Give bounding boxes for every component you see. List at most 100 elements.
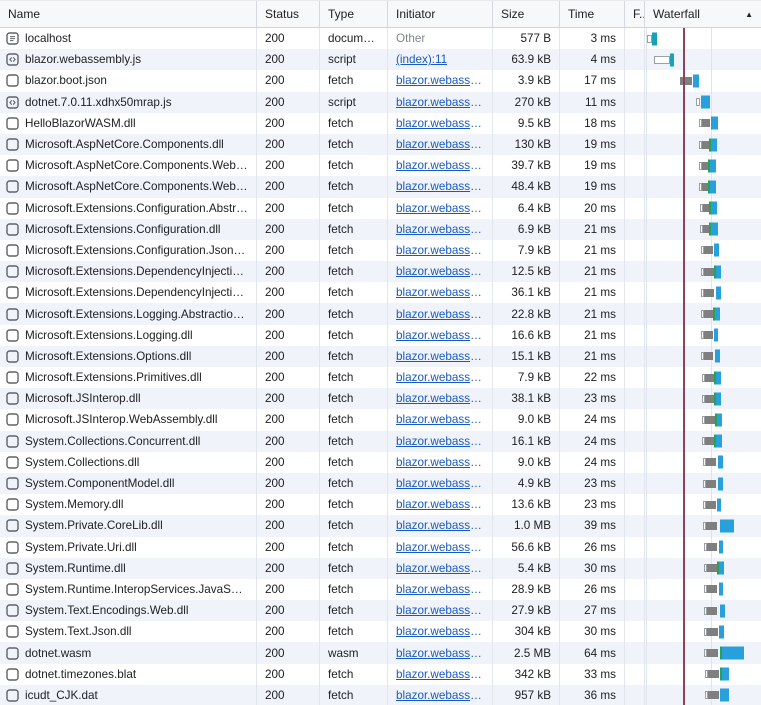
initiator-link[interactable]: blazor.webassem… (396, 244, 484, 257)
network-request-row[interactable]: Microsoft.AspNetCore.Components.dll 200 … (0, 133, 761, 156)
name-cell[interactable]: Microsoft.JSInterop.WebAssembly.dll (0, 409, 257, 431)
network-request-row[interactable]: System.Collections.Concurrent.dll 200 fe… (0, 430, 761, 452)
name-cell[interactable]: Microsoft.Extensions.Configuration.dll (0, 218, 257, 240)
network-request-row[interactable]: System.Runtime.InteropServices.JavaScrip… (0, 578, 761, 601)
column-header-status[interactable]: Status (257, 1, 320, 27)
name-cell[interactable]: dotnet.wasm (0, 642, 257, 664)
initiator-link[interactable]: blazor.webassem… (396, 96, 484, 109)
network-request-row[interactable]: Microsoft.Extensions.Logging.dll 200 fet… (0, 324, 761, 346)
name-cell[interactable]: blazor.boot.json (0, 70, 257, 92)
network-request-row[interactable]: HelloBlazorWASM.dll 200 fetch blazor.web… (0, 112, 761, 134)
initiator-link[interactable]: blazor.webassem… (396, 286, 484, 299)
initiator-link[interactable]: blazor.webassem… (396, 519, 484, 532)
initiator-link[interactable]: blazor.webassem… (396, 202, 484, 215)
name-cell[interactable]: System.Private.CoreLib.dll (0, 515, 257, 537)
name-cell[interactable]: System.Text.Encodings.Web.dll (0, 600, 257, 622)
name-cell[interactable]: Microsoft.Extensions.Configuration.Json.… (0, 239, 257, 262)
initiator-link[interactable]: blazor.webassem… (396, 180, 484, 193)
initiator-link[interactable]: blazor.webassem… (396, 413, 484, 426)
name-cell[interactable]: icudt_CJK.dat (0, 684, 257, 705)
initiator-link[interactable]: blazor.webassem… (396, 74, 484, 87)
name-cell[interactable]: Microsoft.Extensions.Logging.dll (0, 324, 257, 346)
network-request-row[interactable]: Microsoft.Extensions.Configuration.dll 2… (0, 218, 761, 240)
network-request-row[interactable]: icudt_CJK.dat 200 fetch blazor.webassem…… (0, 684, 761, 705)
network-request-row[interactable]: System.Text.Json.dll 200 fetch blazor.we… (0, 621, 761, 643)
network-request-row[interactable]: System.Runtime.dll 200 fetch blazor.weba… (0, 557, 761, 579)
network-request-row[interactable]: dotnet.wasm 200 wasm blazor.webassem… 2.… (0, 642, 761, 664)
network-request-row[interactable]: blazor.webassembly.js 200 script (index)… (0, 49, 761, 71)
network-request-row[interactable]: Microsoft.Extensions.Configuration.Abstr… (0, 197, 761, 219)
initiator-link[interactable]: blazor.webassem… (396, 477, 484, 490)
initiator-link[interactable]: blazor.webassem… (396, 689, 484, 702)
name-cell[interactable]: Microsoft.Extensions.Logging.Abstraction… (0, 303, 257, 325)
name-cell[interactable]: localhost (0, 28, 257, 50)
initiator-link[interactable]: blazor.webassem… (396, 329, 484, 342)
name-cell[interactable]: System.Text.Json.dll (0, 621, 257, 643)
network-request-row[interactable]: System.Memory.dll 200 fetch blazor.webas… (0, 494, 761, 516)
name-cell[interactable]: System.Runtime.InteropServices.JavaScrip… (0, 578, 257, 601)
initiator-link[interactable]: blazor.webassem… (396, 647, 484, 660)
initiator-link[interactable]: blazor.webassem… (396, 456, 484, 469)
initiator-link[interactable]: blazor.webassem… (396, 308, 484, 321)
name-cell[interactable]: dotnet.timezones.blat (0, 663, 257, 685)
network-request-row[interactable]: Microsoft.Extensions.DependencyInjectio…… (0, 282, 761, 304)
name-cell[interactable]: System.Collections.dll (0, 451, 257, 473)
name-cell[interactable]: HelloBlazorWASM.dll (0, 112, 257, 134)
initiator-link[interactable]: blazor.webassem… (396, 159, 484, 172)
network-request-row[interactable]: Microsoft.Extensions.Logging.Abstraction… (0, 303, 761, 325)
network-request-row[interactable]: Microsoft.Extensions.DependencyInjectio…… (0, 261, 761, 283)
initiator-link[interactable]: blazor.webassem… (396, 668, 484, 681)
network-request-row[interactable]: System.Collections.dll 200 fetch blazor.… (0, 451, 761, 473)
network-request-row[interactable]: Microsoft.Extensions.Options.dll 200 fet… (0, 345, 761, 367)
name-cell[interactable]: Microsoft.Extensions.DependencyInjectio… (0, 282, 257, 304)
name-cell[interactable]: System.Memory.dll (0, 494, 257, 516)
name-cell[interactable]: Microsoft.AspNetCore.Components.dll (0, 133, 257, 156)
initiator-link[interactable]: blazor.webassem… (396, 138, 484, 151)
network-request-row[interactable]: dotnet.7.0.11.xdhx50mrap.js 200 script b… (0, 91, 761, 113)
initiator-link[interactable]: blazor.webassem… (396, 498, 484, 511)
name-cell[interactable]: dotnet.7.0.11.xdhx50mrap.js (0, 91, 257, 113)
initiator-link[interactable]: blazor.webassem… (396, 392, 484, 405)
network-request-row[interactable]: System.Private.CoreLib.dll 200 fetch bla… (0, 515, 761, 537)
name-cell[interactable]: Microsoft.AspNetCore.Components.Web… (0, 176, 257, 198)
name-cell[interactable]: System.Runtime.dll (0, 557, 257, 579)
name-cell[interactable]: System.Private.Uri.dll (0, 536, 257, 558)
column-header-time[interactable]: Time (560, 1, 625, 27)
network-request-row[interactable]: localhost 200 document Other 577 B 3 ms (0, 28, 761, 50)
initiator-link[interactable]: blazor.webassem… (396, 265, 484, 278)
initiator-link[interactable]: blazor.webassem… (396, 435, 484, 448)
network-request-row[interactable]: Microsoft.JSInterop.dll 200 fetch blazor… (0, 388, 761, 410)
column-header-size[interactable]: Size (493, 1, 560, 27)
initiator-link[interactable]: (index):11 (396, 53, 447, 66)
initiator-link[interactable]: blazor.webassem… (396, 604, 484, 617)
column-header-initiator[interactable]: Initiator (388, 1, 493, 27)
column-header-fulfilled[interactable]: F.. (625, 1, 645, 27)
column-header-type[interactable]: Type (320, 1, 388, 27)
initiator-link[interactable]: blazor.webassem… (396, 117, 484, 130)
network-request-row[interactable]: Microsoft.Extensions.Configuration.Json.… (0, 239, 761, 262)
network-request-row[interactable]: Microsoft.AspNetCore.Components.Web.dll … (0, 155, 761, 177)
initiator-link[interactable]: blazor.webassem… (396, 371, 484, 384)
name-cell[interactable]: System.Collections.Concurrent.dll (0, 430, 257, 452)
initiator-link[interactable]: blazor.webassem… (396, 562, 484, 575)
network-request-row[interactable]: blazor.boot.json 200 fetch blazor.webass… (0, 70, 761, 92)
initiator-link[interactable]: blazor.webassem… (396, 625, 484, 638)
network-request-row[interactable]: Microsoft.JSInterop.WebAssembly.dll 200 … (0, 409, 761, 431)
network-request-row[interactable]: System.ComponentModel.dll 200 fetch blaz… (0, 472, 761, 495)
network-request-row[interactable]: Microsoft.AspNetCore.Components.Web… 200… (0, 176, 761, 198)
name-cell[interactable]: Microsoft.Extensions.Configuration.Abstr… (0, 197, 257, 219)
network-request-row[interactable]: dotnet.timezones.blat 200 fetch blazor.w… (0, 663, 761, 685)
network-request-row[interactable]: System.Text.Encodings.Web.dll 200 fetch … (0, 600, 761, 622)
name-cell[interactable]: blazor.webassembly.js (0, 49, 257, 71)
name-cell[interactable]: Microsoft.JSInterop.dll (0, 388, 257, 410)
name-cell[interactable]: Microsoft.Extensions.DependencyInjectio… (0, 261, 257, 283)
column-header-waterfall[interactable]: Waterfall ▲ (645, 1, 761, 27)
column-header-name[interactable]: Name (0, 1, 257, 27)
name-cell[interactable]: Microsoft.AspNetCore.Components.Web.dll (0, 155, 257, 177)
network-request-row[interactable]: System.Private.Uri.dll 200 fetch blazor.… (0, 536, 761, 558)
initiator-link[interactable]: blazor.webassem… (396, 350, 484, 363)
network-request-row[interactable]: Microsoft.Extensions.Primitives.dll 200 … (0, 367, 761, 389)
name-cell[interactable]: Microsoft.Extensions.Primitives.dll (0, 367, 257, 389)
initiator-link[interactable]: blazor.webassem… (396, 541, 484, 554)
name-cell[interactable]: System.ComponentModel.dll (0, 472, 257, 495)
